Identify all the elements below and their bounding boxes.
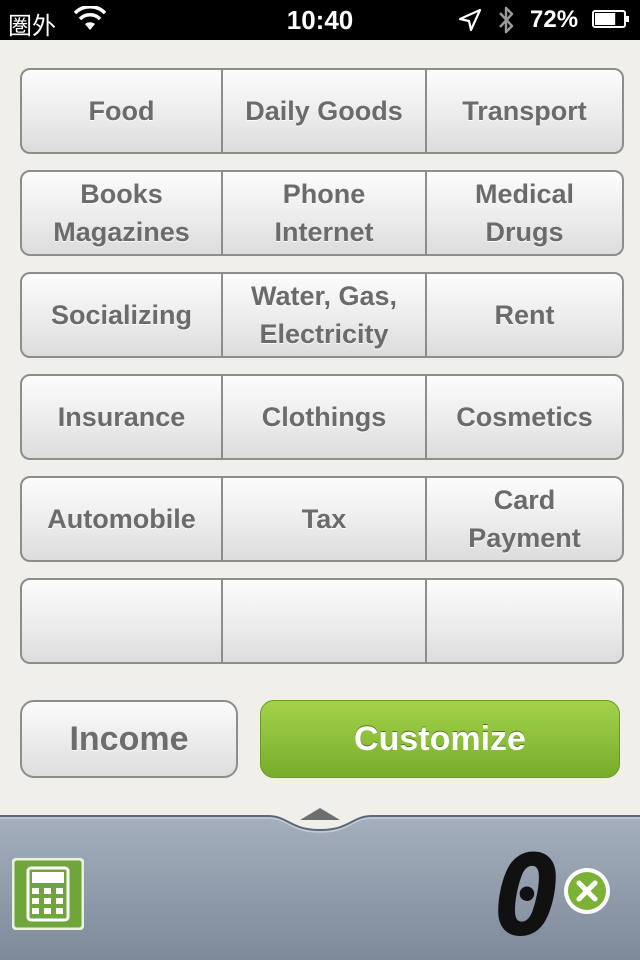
category-button[interactable]: Cosmetics — [427, 376, 622, 458]
category-row — [20, 578, 624, 664]
category-button[interactable]: Water, Gas, Electricity — [223, 274, 427, 356]
battery-icon — [592, 10, 629, 28]
bluetooth-icon — [499, 6, 514, 34]
clear-x-icon[interactable] — [562, 866, 612, 916]
category-button[interactable]: Socializing — [22, 274, 223, 356]
empty-category-slot[interactable] — [22, 580, 223, 662]
empty-category-slot[interactable] — [427, 580, 622, 662]
category-button[interactable]: Transport — [427, 70, 622, 152]
customize-button[interactable]: Customize — [260, 700, 620, 778]
location-arrow-icon — [458, 8, 482, 32]
income-button[interactable]: Income — [20, 700, 238, 778]
amount-display: 0 — [496, 848, 558, 940]
category-button[interactable]: Rent — [427, 274, 622, 356]
category-button[interactable]: Phone Internet — [223, 172, 427, 254]
category-button[interactable]: Books Magazines — [22, 172, 223, 254]
calculator-icon[interactable] — [12, 858, 84, 930]
category-button[interactable]: Food — [22, 70, 223, 152]
category-button[interactable]: Card Payment — [427, 478, 622, 560]
category-row: Insurance Clothings Cosmetics — [20, 374, 624, 460]
category-button[interactable]: Automobile — [22, 478, 223, 560]
category-button[interactable]: Tax — [223, 478, 427, 560]
category-button[interactable]: Daily Goods — [223, 70, 427, 152]
category-row: Socializing Water, Gas, Electricity Rent — [20, 272, 624, 358]
empty-category-slot[interactable] — [223, 580, 427, 662]
amount-value: 0 — [496, 848, 558, 940]
category-row: Automobile Tax Card Payment — [20, 476, 624, 562]
battery-percent: 72% — [530, 6, 579, 33]
category-button[interactable]: Clothings — [223, 376, 427, 458]
category-row: Books Magazines Phone Internet Medical D… — [20, 170, 624, 256]
category-button[interactable]: Insurance — [22, 376, 223, 458]
status-bar: 圏外 10:40 72% — [0, 0, 640, 40]
category-button[interactable]: Medical Drugs — [427, 172, 622, 254]
expand-handle-icon — [300, 808, 340, 820]
category-row: Food Daily Goods Transport — [20, 68, 624, 154]
